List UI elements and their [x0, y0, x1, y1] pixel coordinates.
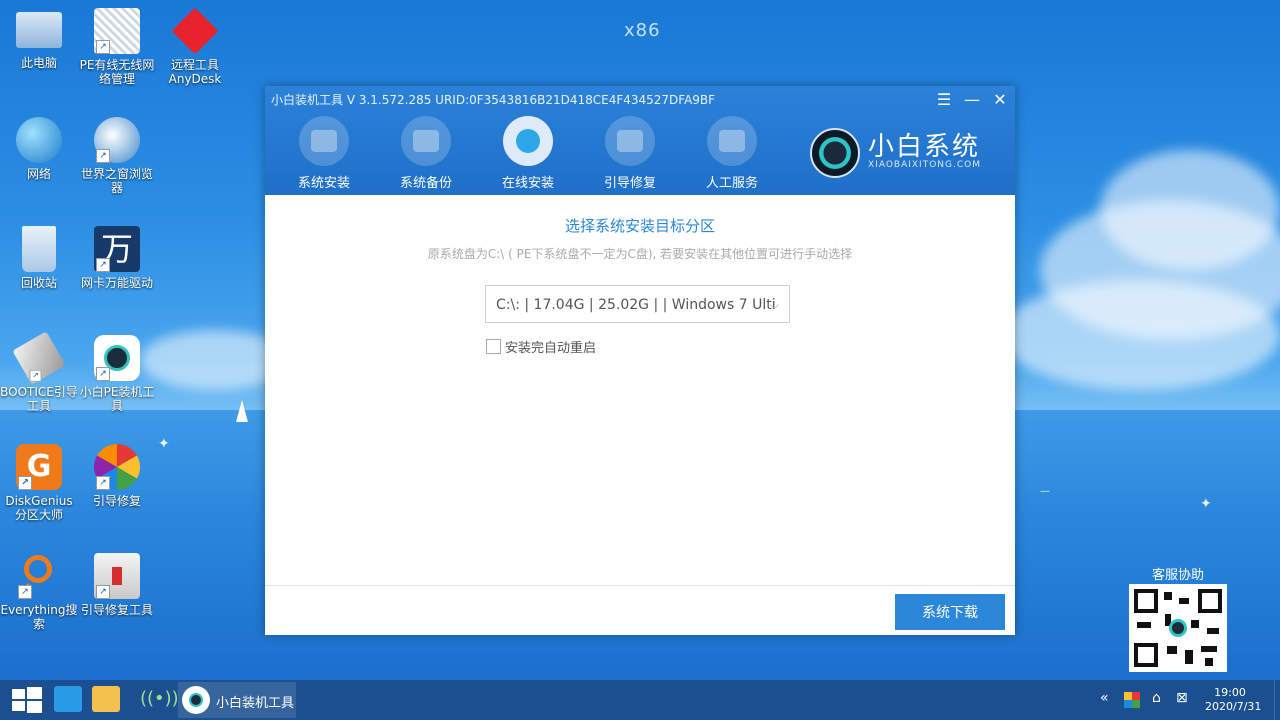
desktop-monitor-icon[interactable]	[54, 686, 82, 712]
globe-network-icon	[16, 117, 62, 163]
desktop-icon-network[interactable]: 网络	[0, 117, 78, 181]
chat-icon	[707, 116, 757, 166]
desktop-icon-everything[interactable]: ↗ Everything搜索	[0, 553, 78, 631]
tab-system-backup[interactable]: 系统备份	[381, 116, 471, 191]
tab-system-install[interactable]: 系统安装	[279, 116, 369, 191]
windows-start-icon[interactable]	[8, 685, 44, 715]
desktop-icon-nic-driver[interactable]: 万 ↗ 网卡万能驱动	[78, 226, 156, 290]
globe-browser-icon: ↗	[94, 117, 140, 163]
close-button[interactable]: ✕	[989, 90, 1011, 110]
desktop-icon-xiaobai-pe[interactable]: ↗ 小白PE装机工具	[78, 335, 156, 413]
pinwheel-icon: ↗	[94, 444, 140, 490]
window-title: 小白装机工具 V 3.1.572.285 URID:0F3543816B21D4…	[271, 93, 716, 107]
sailboat-icon	[236, 400, 248, 422]
desktop-icon-anydesk[interactable]: 远程工具AnyDesk	[156, 7, 234, 86]
brand-logo: 小白系统 XIAOBAIXITONG.COM	[810, 124, 1010, 184]
system-backup-icon	[401, 116, 451, 166]
checkbox-box[interactable]	[486, 339, 501, 354]
show-desktop-button[interactable]	[1274, 680, 1280, 720]
desktop-icon-pe-network[interactable]: ↗ PE有线无线网络管理	[78, 8, 156, 86]
taskbar: ((•)) 小白装机工具 « ⌂ ⊠ 19:00 2020/7/31	[0, 680, 1280, 720]
network-manager-icon: ↗	[94, 8, 140, 54]
tab-boot-repair[interactable]: 引导修复	[585, 116, 675, 191]
window-header: 小白装机工具 V 3.1.572.285 URID:0F3543816B21D4…	[265, 86, 1015, 195]
tab-manual-service[interactable]: 人工服务	[687, 116, 777, 191]
desktop-icon-boot-repair-tool[interactable]: ↗ 引导修复工具	[78, 553, 156, 617]
support-label: 客服协助	[1151, 568, 1204, 583]
auto-restart-checkbox[interactable]: 安装完自动重启	[486, 337, 596, 356]
taskbar-app-xiaobai[interactable]: 小白装机工具	[178, 682, 296, 718]
wan-driver-icon: 万 ↗	[94, 226, 140, 272]
xiaobai-logo-icon: ↗	[94, 335, 140, 381]
toolbox-icon: ↗	[94, 553, 140, 599]
download-icon	[503, 116, 553, 166]
system-clock[interactable]: 19:00 2020/7/31	[1205, 686, 1261, 714]
partition-selection-panel: 选择系统安装目标分区 原系统盘为C:\ ( PE下系统盘不一定为C盘), 若要安…	[265, 195, 1015, 585]
chevron-left-icon[interactable]: «	[1100, 690, 1109, 706]
os-arch-watermark: x86	[624, 20, 661, 41]
recycle-bin-icon	[22, 226, 56, 272]
wifi-antenna-icon[interactable]: ((•))	[140, 686, 179, 712]
installer-window: 小白装机工具 V 3.1.572.285 URID:0F3543816B21D4…	[265, 86, 1015, 635]
desktop-icon-diskgenius[interactable]: G ↗ DiskGenius分区大师	[0, 444, 78, 522]
color-tool-icon[interactable]	[1124, 692, 1140, 708]
page-subtitle: 原系统盘为C:\ ( PE下系统盘不一定为C盘), 若要安装在其他位置可进行手动…	[427, 247, 853, 261]
system-install-icon	[299, 116, 349, 166]
network-status-icon[interactable]: ⊠	[1176, 690, 1188, 706]
tab-online-install[interactable]: 在线安装	[483, 116, 573, 191]
window-footer: 系统下载	[265, 585, 1015, 635]
desktop-icon-boot-repair[interactable]: ↗ 引导修复	[78, 444, 156, 508]
xiaobai-logo-icon	[810, 128, 860, 178]
desktop-icon-bootice[interactable]: ↗ BOOTICE引导工具	[0, 331, 78, 413]
qr-code	[1129, 584, 1227, 672]
page-title: 选择系统安装目标分区	[564, 217, 715, 235]
chevron-down-icon: ⌵	[769, 298, 779, 312]
menu-icon[interactable]: ☰	[933, 90, 955, 110]
diskgenius-icon: G ↗	[16, 444, 62, 490]
partition-select[interactable]: C:\: | 17.04G | 25.02G | | Windows 7 Ult…	[485, 285, 790, 323]
desktop-icon-recycle-bin[interactable]: 回收站	[0, 226, 78, 290]
computer-icon	[16, 12, 62, 48]
toolbox-icon	[605, 116, 655, 166]
usb-drive-icon[interactable]: ⌂	[1152, 690, 1161, 706]
bootice-icon: ↗	[12, 331, 66, 385]
anydesk-icon	[171, 7, 219, 55]
xiaobai-logo-icon	[182, 686, 210, 714]
minimize-button[interactable]: —	[961, 90, 983, 110]
desktop-icon-browser[interactable]: ↗ 世界之窗浏览器	[78, 117, 156, 195]
magnifier-icon: ↗	[16, 553, 62, 600]
desktop-icon-this-pc[interactable]: 此电脑	[0, 8, 78, 70]
system-download-button[interactable]: 系统下载	[895, 594, 1005, 630]
folder-icon[interactable]	[92, 686, 120, 712]
